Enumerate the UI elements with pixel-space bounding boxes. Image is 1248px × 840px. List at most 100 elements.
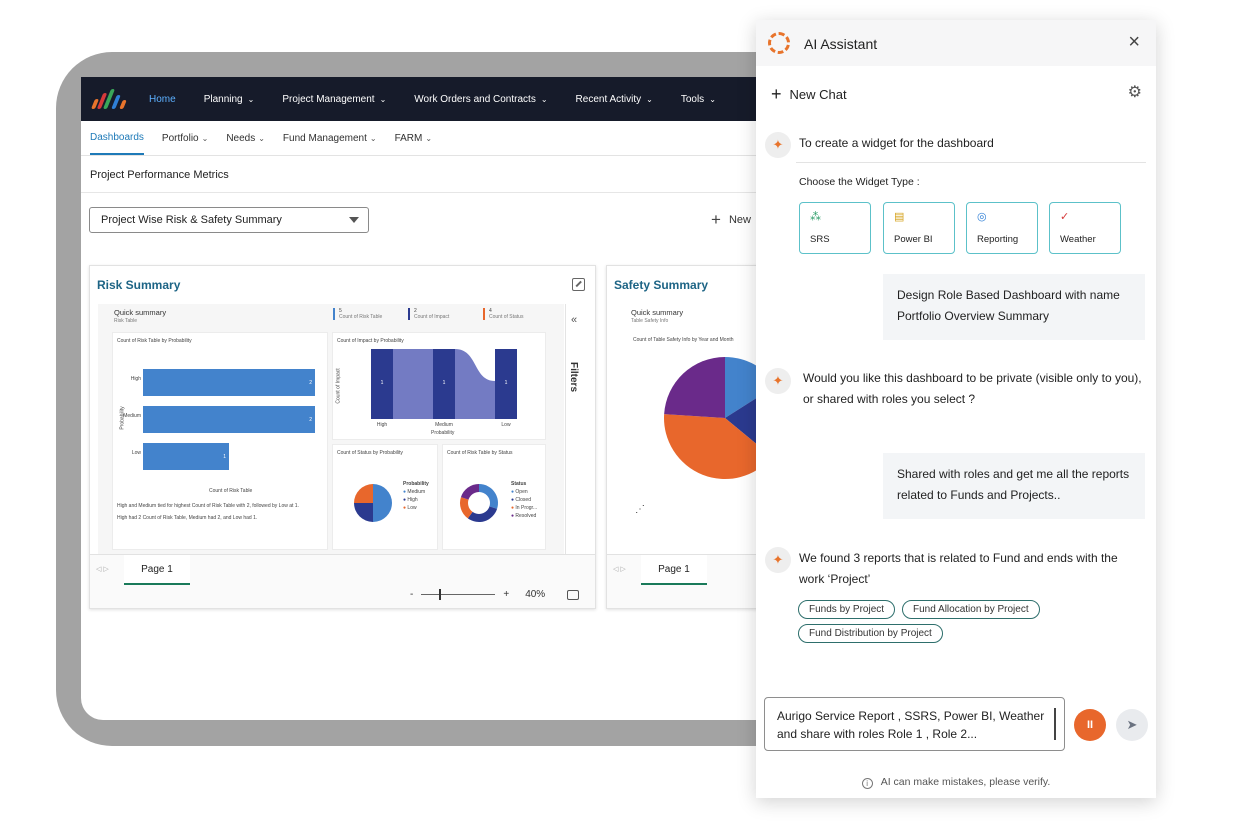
bar-data-label: 2 [309, 380, 312, 386]
safety-summary-title: Safety Summary [614, 278, 709, 292]
risk-status-panel-title: Count of Risk Table by Status [447, 450, 513, 456]
donut-hole [468, 492, 490, 514]
nav-planning[interactable]: Planning ⌄ [204, 94, 255, 105]
widget-type-label: Choose the Widget Type : [799, 176, 920, 188]
status-pie-slice [373, 484, 392, 522]
zoom-control[interactable]: - + 40% [410, 589, 580, 600]
kpi-impact-count: 2 Count of Impact [408, 308, 449, 320]
report-chip-fund-allocation[interactable]: Fund Allocation by Project [902, 600, 1040, 619]
status-pie-chart [354, 484, 392, 522]
chevron-down-icon: ⌄ [540, 94, 548, 104]
nav-tools[interactable]: Tools ⌄ [681, 94, 716, 105]
risk-by-probability-panel: Count of Risk Table by Probability High 2… [112, 332, 328, 550]
chevron-down-icon: ⌄ [201, 133, 209, 143]
bot-message-1: To create a widget for the dashboard [799, 136, 994, 150]
chat-input-value: Aurigo Service Report , SSRS, Power BI, … [777, 709, 1045, 741]
divider [796, 162, 1146, 163]
nav-project-management[interactable]: Project Management ⌄ [282, 94, 386, 105]
collapse-icon[interactable]: « [571, 314, 577, 326]
impact-tick-label: Medium [435, 422, 453, 428]
fit-page-icon[interactable] [567, 589, 580, 600]
chat-input[interactable]: Aurigo Service Report , SSRS, Power BI, … [764, 697, 1065, 751]
ai-assistant-panel: AI Assistant × + New Chat ⚙ ✦ To create … [756, 20, 1156, 798]
page-tab[interactable]: Page 1 [124, 555, 190, 585]
loading-spinner-icon: ⋰ [635, 504, 645, 515]
filters-pane[interactable]: « Filters [565, 304, 585, 556]
risk-status-legend-0: ● Open [511, 489, 528, 495]
report-chip-fund-distribution[interactable]: Fund Distribution by Project [798, 624, 943, 643]
widget-powerbi-button[interactable]: ▤ Power BI [883, 202, 955, 254]
risk-status-donut-chart [460, 484, 498, 522]
zoom-out-icon[interactable]: - [410, 589, 413, 600]
zoom-slider[interactable] [421, 589, 496, 600]
page-tab[interactable]: Page 1 [641, 555, 707, 585]
chevron-down-icon: ⌄ [247, 94, 255, 104]
close-icon[interactable]: × [1128, 32, 1140, 52]
status-pie-slice [354, 484, 373, 503]
bot-avatar-icon: ✦ [765, 368, 791, 394]
nav-recent-activity[interactable]: Recent Activity ⌄ [576, 94, 653, 105]
page-title: Project Performance Metrics [90, 169, 229, 181]
ai-header: AI Assistant × [756, 20, 1156, 66]
tab-farm[interactable]: FARM ⌄ [395, 121, 432, 155]
plus-icon: + [771, 84, 782, 104]
powerbi-icon: ▤ [894, 211, 905, 223]
gear-icon[interactable]: ⚙ [1128, 82, 1142, 102]
bot-avatar-icon: ✦ [765, 547, 791, 573]
tab-needs[interactable]: Needs ⌄ [226, 121, 265, 155]
safety-pie-title: Count of Table Safety Info by Year and M… [633, 337, 734, 343]
expand-icon[interactable] [572, 278, 585, 291]
ai-logo-icon [768, 32, 790, 54]
report-chip-funds-by-project[interactable]: Funds by Project [798, 600, 896, 619]
safety-report: Quick summary Table Safety Info Count of… [615, 304, 786, 556]
impact-data-label: 1 [505, 380, 508, 386]
widget-reporting-button[interactable]: ◎ Reporting [966, 202, 1038, 254]
page-arrows-icon[interactable]: ◁ ▷ [613, 565, 626, 573]
dashboard-select[interactable]: Project Wise Risk & Safety Summary [89, 207, 369, 233]
widget-weather-button[interactable]: ✓ Weather [1049, 202, 1121, 254]
tab-fund-management[interactable]: Fund Management ⌄ [283, 121, 377, 155]
impact-ribbon [455, 349, 495, 419]
new-chat-button[interactable]: + New Chat [771, 84, 847, 105]
impact-by-probability-panel: Count of Impact by Probability 1 High 1 Med… [332, 332, 546, 440]
impact-panel-title: Count of Impact by Probability [337, 338, 404, 344]
bot-message-2: Would you like this dashboard to be priv… [803, 371, 1142, 406]
filters-label: Filters [568, 362, 579, 393]
disclaimer: i AI can make mistakes, please verify. [756, 776, 1156, 789]
bot-avatar-icon: ✦ [765, 132, 791, 158]
zoom-in-icon[interactable]: + [503, 589, 509, 600]
bar-tick-label: High [131, 376, 142, 382]
pause-button[interactable]: II [1074, 709, 1106, 741]
tab-portfolio[interactable]: Portfolio ⌄ [162, 121, 208, 155]
risk-status-legend-3: ● Resolved [511, 513, 537, 519]
impact-ribbon-chart: 1 High 1 Medium 1 Low [371, 349, 517, 428]
zoom-level: 40% [525, 589, 546, 600]
bar-tick-label: Medium [123, 413, 141, 419]
page-arrows-icon[interactable]: ◁ ▷ [96, 565, 109, 573]
caret-down-icon [349, 217, 359, 223]
bar-ylabel: Probability [119, 406, 126, 430]
widget-srs-button[interactable]: ⁂ SRS [799, 202, 871, 254]
plus-icon: + [711, 210, 721, 229]
chevron-down-icon: ⌄ [709, 94, 716, 104]
status-legend-title: Probability [403, 481, 429, 487]
risk-summary-title: Risk Summary [97, 278, 181, 292]
nav-home[interactable]: Home [149, 94, 176, 105]
status-legend-2: ● Low [403, 505, 417, 511]
risk-status-legend-title: Status [511, 481, 527, 487]
status-legend-0: ● Medium [403, 489, 426, 495]
new-button-label: New [728, 214, 751, 226]
new-button[interactable]: + New [711, 210, 751, 230]
info-icon: i [861, 778, 873, 789]
send-button[interactable]: ➤ [1116, 709, 1148, 741]
risk-by-status-panel: Count of Risk Table by Status Status ● O… [442, 444, 546, 550]
impact-xlabel: Probability [431, 430, 455, 436]
safety-quick-summary-sub: Table Safety Info [631, 318, 669, 324]
kpi-status-count: 4 Count of Status [483, 308, 523, 320]
summary-line-1: High and Medium tied for highest Count o… [117, 503, 299, 509]
nav-work-orders[interactable]: Work Orders and Contracts ⌄ [414, 94, 547, 105]
kpi-risk-count: 5 Count of Risk Table [333, 308, 382, 320]
app-logo-icon[interactable] [90, 87, 131, 111]
tab-dashboards[interactable]: Dashboards [90, 121, 144, 155]
status-panel-title: Count of Status by Probability [337, 450, 403, 456]
